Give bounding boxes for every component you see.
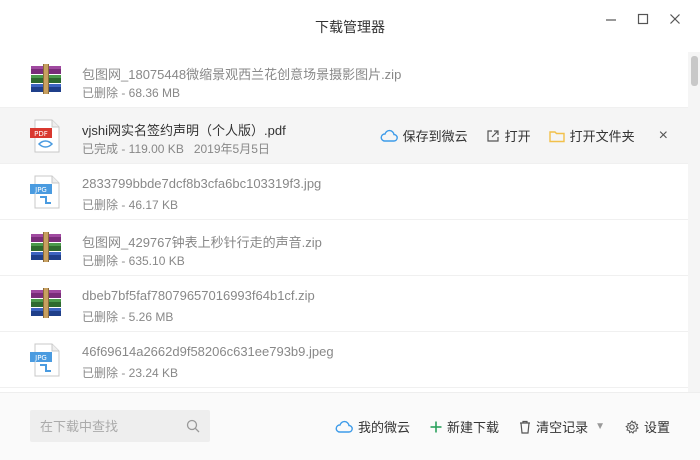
clear-records-label: 清空记录 bbox=[536, 420, 589, 435]
file-status: 已删除 - 46.17 KB bbox=[82, 198, 179, 212]
save-to-cloud-label: 保存到微云 bbox=[402, 129, 468, 144]
close-icon bbox=[670, 14, 680, 24]
close-window-button[interactable] bbox=[662, 10, 688, 28]
file-name: 46f69614a2662d9f58206c631ee793b9.jpeg bbox=[82, 344, 334, 359]
svg-text:JPG: JPG bbox=[34, 186, 47, 194]
window-title: 下载管理器 bbox=[315, 19, 385, 35]
svg-text:PDF: PDF bbox=[34, 130, 48, 138]
file-name: vjshi网实名签约声明（个人版）.pdf bbox=[82, 123, 286, 138]
open-label: 打开 bbox=[504, 129, 531, 144]
zip-archive-icon bbox=[31, 64, 61, 94]
footer-actions: 我的微云 新建下载 清空记录 ▼ 设置 bbox=[335, 417, 670, 436]
window-controls bbox=[598, 10, 688, 28]
folder-icon bbox=[548, 130, 565, 142]
file-status: 已删除 - 68.36 MB bbox=[82, 86, 181, 100]
file-status-text: 已完成 - 119.00 KB bbox=[82, 142, 184, 156]
download-item[interactable]: JPG 46f69614a2662d9f58206c631ee793b9.jpe… bbox=[0, 332, 688, 388]
jpg-image-icon: JPG bbox=[30, 343, 60, 377]
row-actions: 保存到微云 打开 打开文件夹 × bbox=[380, 126, 668, 145]
jpg-image-icon: JPG bbox=[30, 175, 60, 209]
minimize-button[interactable] bbox=[598, 10, 624, 28]
svg-text:JPG: JPG bbox=[34, 354, 47, 362]
open-folder-label: 打开文件夹 bbox=[569, 129, 635, 144]
search-box bbox=[30, 410, 210, 442]
chevron-down-icon[interactable]: ▼ bbox=[595, 421, 605, 432]
zip-archive-icon bbox=[31, 288, 61, 318]
new-download-button[interactable]: 新建下载 bbox=[430, 417, 499, 436]
title-bar: 下载管理器 bbox=[0, 0, 700, 52]
remove-item-button[interactable]: × bbox=[659, 127, 668, 145]
scrollbar[interactable] bbox=[688, 52, 700, 392]
my-cloud-label: 我的微云 bbox=[358, 420, 411, 435]
open-button[interactable]: 打开 bbox=[486, 126, 531, 145]
my-cloud-button[interactable]: 我的微云 bbox=[335, 417, 410, 436]
open-folder-button[interactable]: 打开文件夹 bbox=[548, 126, 635, 145]
file-name: 包图网_18075448微缩景观西兰花创意场景摄影图片.zip bbox=[82, 67, 402, 82]
search-icon[interactable] bbox=[186, 419, 200, 433]
new-download-label: 新建下载 bbox=[447, 420, 500, 435]
maximize-icon bbox=[637, 13, 649, 25]
file-name: 包图网_429767钟表上秒针行走的声音.zip bbox=[82, 235, 322, 250]
file-name: dbeb7bf5faf78079657016993f64b1cf.zip bbox=[82, 288, 315, 303]
cloud-icon bbox=[335, 420, 353, 433]
clear-records-button[interactable]: 清空记录 ▼ bbox=[519, 417, 605, 436]
file-status: 已删除 - 5.26 MB bbox=[82, 310, 174, 324]
download-item[interactable]: 包图网_429767钟表上秒针行走的声音.zip 已删除 - 635.10 KB bbox=[0, 220, 688, 276]
minimize-icon bbox=[606, 19, 616, 21]
footer-toolbar: 我的微云 新建下载 清空记录 ▼ 设置 bbox=[0, 392, 700, 460]
download-list: 包图网_18075448微缩景观西兰花创意场景摄影图片.zip 已删除 - 68… bbox=[0, 52, 688, 392]
gear-icon bbox=[625, 419, 639, 434]
cloud-icon bbox=[380, 129, 398, 142]
download-item[interactable]: dbeb7bf5faf78079657016993f64b1cf.zip 已删除… bbox=[0, 276, 688, 332]
settings-button[interactable]: 设置 bbox=[625, 417, 670, 436]
download-item[interactable]: 包图网_18075448微缩景观西兰花创意场景摄影图片.zip 已删除 - 68… bbox=[0, 52, 688, 108]
file-name: 2833799bbde7dcf8b3cfa6bc103319f3.jpg bbox=[82, 176, 322, 191]
search-input[interactable] bbox=[30, 410, 180, 442]
download-item[interactable]: JPG 2833799bbde7dcf8b3cfa6bc103319f3.jpg… bbox=[0, 164, 688, 220]
file-date: 2019年5月5日 bbox=[193, 142, 270, 156]
file-status: 已删除 - 635.10 KB bbox=[82, 254, 185, 268]
file-status: 已删除 - 23.24 KB bbox=[82, 366, 179, 380]
maximize-button[interactable] bbox=[630, 10, 656, 28]
pdf-file-icon: PDF bbox=[30, 119, 60, 153]
zip-archive-icon bbox=[31, 232, 61, 262]
scrollbar-thumb[interactable] bbox=[691, 56, 698, 86]
save-to-cloud-button[interactable]: 保存到微云 bbox=[380, 126, 468, 145]
download-item-selected[interactable]: PDF vjshi网实名签约声明（个人版）.pdf 已完成 - 119.00 K… bbox=[0, 108, 688, 164]
trash-icon bbox=[520, 420, 531, 434]
plus-icon bbox=[430, 421, 442, 432]
settings-label: 设置 bbox=[643, 420, 670, 435]
file-status: 已完成 - 119.00 KB 2019年5月5日 bbox=[82, 140, 270, 157]
open-external-icon bbox=[487, 129, 499, 142]
